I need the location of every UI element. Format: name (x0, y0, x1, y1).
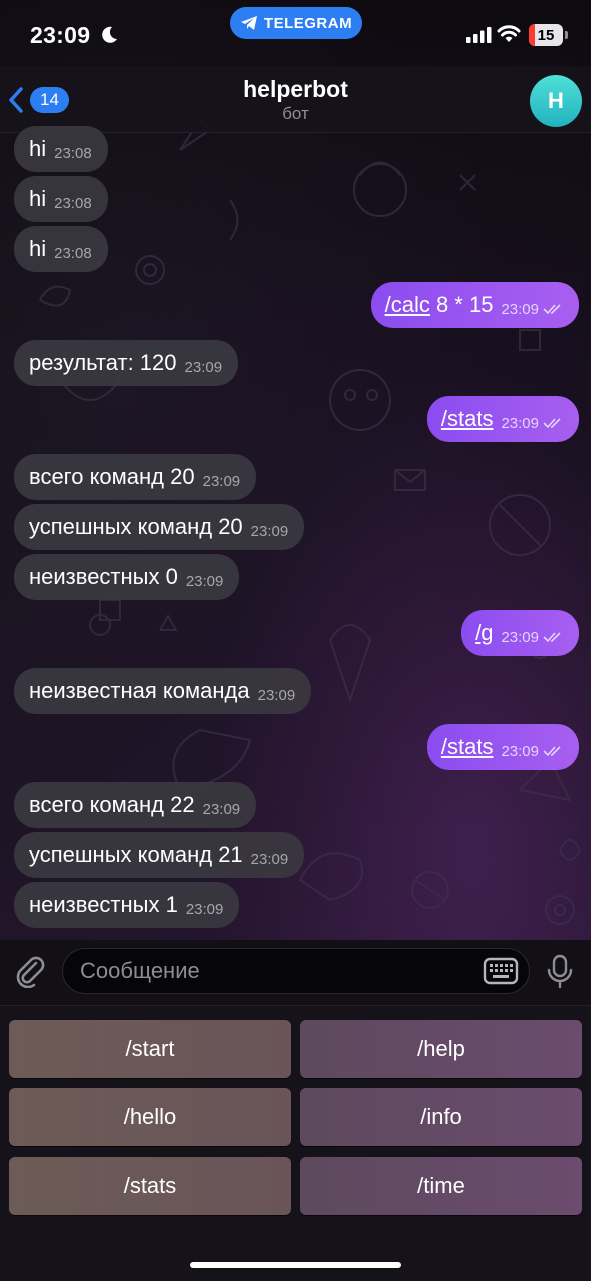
message-time: 23:09 (185, 572, 224, 590)
chat-title[interactable]: helperbot (0, 76, 591, 103)
message-incoming[interactable]: hi 23:08 (14, 126, 108, 172)
message-time: 23:09 (501, 742, 539, 760)
message-time: 23:09 (202, 800, 241, 818)
message-incoming[interactable]: неизвестных 1 23:09 (14, 882, 240, 928)
status-time: 23:09 (30, 22, 91, 48)
message-incoming[interactable]: результат: 120 23:09 (14, 340, 239, 386)
message-time: 23:08 (54, 244, 92, 262)
message-time: 23:08 (54, 194, 92, 212)
paperclip-icon[interactable] (12, 952, 48, 988)
message-time: 23:09 (250, 522, 289, 540)
double-check-icon (543, 418, 561, 429)
command-link[interactable]: /stats (441, 406, 494, 431)
keyboard-button-time[interactable]: /time (300, 1157, 582, 1215)
message-incoming[interactable]: всего команд 20 23:09 (14, 454, 257, 500)
message-time: 23:09 (501, 300, 539, 318)
home-indicator[interactable] (190, 1262, 401, 1268)
composer-bar: Сообщение (0, 940, 591, 1005)
double-check-icon (543, 632, 561, 643)
battery-icon: 15 (529, 24, 563, 46)
keyboard-button-help[interactable]: /help (300, 1020, 582, 1078)
message-incoming[interactable]: успешных команд 20 23:09 (14, 504, 305, 550)
telegram-pill[interactable]: TELEGRAM (230, 7, 362, 39)
telegram-plane-icon (240, 16, 257, 30)
message-incoming[interactable]: неизвестная команда 23:09 (14, 668, 312, 714)
keyboard-button-start[interactable]: /start (9, 1020, 291, 1078)
message-time: 23:09 (501, 414, 539, 432)
command-link[interactable]: /stats (441, 734, 494, 759)
message-time: 23:09 (501, 628, 539, 646)
bot-reply-keyboard: /start /help /hello /info /stats /time (0, 1005, 591, 1281)
message-time: 23:09 (185, 900, 224, 918)
keyboard-button-hello[interactable]: /hello (9, 1088, 291, 1146)
chat-subtitle: бот (282, 104, 309, 123)
message-outgoing[interactable]: /stats 23:09 (426, 724, 579, 770)
double-check-icon (543, 746, 561, 757)
message-time: 23:09 (250, 850, 289, 868)
message-outgoing[interactable]: /stats 23:09 (426, 396, 579, 442)
message-time: 23:09 (202, 472, 241, 490)
message-outgoing[interactable]: /calc 8 * 15 23:09 (370, 282, 579, 328)
message-time: 23:09 (184, 358, 223, 376)
double-check-icon (543, 304, 561, 315)
message-incoming[interactable]: успешных команд 21 23:09 (14, 832, 305, 878)
wifi-icon (497, 25, 521, 42)
message-incoming[interactable]: неизвестных 0 23:09 (14, 554, 240, 600)
keyboard-button-info[interactable]: /info (300, 1088, 582, 1146)
message-outgoing[interactable]: /g 23:09 (461, 610, 579, 656)
keyboard-button-stats[interactable]: /stats (9, 1157, 291, 1215)
keyboard-icon[interactable] (483, 957, 519, 985)
bot-avatar[interactable]: H (530, 75, 582, 127)
message-incoming[interactable]: hi 23:08 (14, 176, 108, 222)
moon-icon (102, 26, 117, 43)
status-bar: 23:09 TELEGRAM 15 (0, 0, 591, 70)
message-incoming[interactable]: hi 23:08 (14, 226, 108, 272)
message-time: 23:08 (54, 144, 92, 162)
chat-header: 14 helperbot бот H (0, 66, 591, 133)
message-input[interactable]: Сообщение (62, 948, 530, 994)
telegram-pill-label: TELEGRAM (263, 14, 353, 32)
message-incoming[interactable]: всего команд 22 23:09 (14, 782, 257, 828)
microphone-icon[interactable] (546, 954, 574, 990)
command-link[interactable]: /g (475, 620, 493, 645)
message-time: 23:09 (257, 686, 296, 704)
signal-icon (466, 27, 492, 43)
command-link[interactable]: /calc (385, 292, 430, 317)
battery-level: 15 (537, 26, 555, 44)
